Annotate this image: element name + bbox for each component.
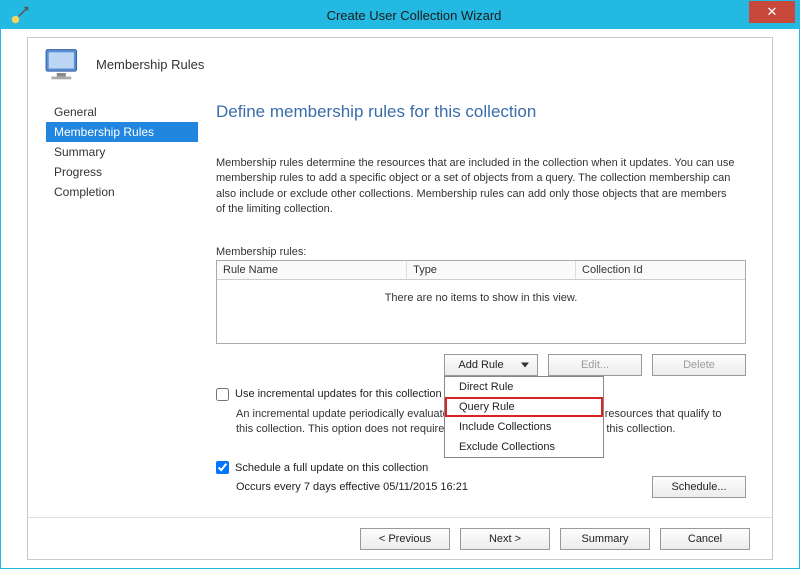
add-rule-label: Add Rule [458,359,503,371]
edit-button: Edit... [548,354,642,376]
page-description: Membership rules determine the resources… [216,156,736,218]
titlebar: Create User Collection Wizard ✕ [1,1,799,29]
monitor-icon [42,46,86,82]
add-rule-button[interactable]: Add Rule [444,354,538,376]
chevron-down-icon [521,362,529,367]
sidebar-item-membership-rules[interactable]: Membership Rules [46,122,198,142]
close-button[interactable]: ✕ [749,1,795,23]
col-rule-name[interactable]: Rule Name [217,261,407,279]
cancel-button[interactable]: Cancel [660,528,750,550]
schedule-occurs-text: Occurs every 7 days effective 05/11/2015… [236,481,468,493]
sidebar-item-completion[interactable]: Completion [46,182,198,202]
panel-body: General Membership Rules Summary Progres… [28,98,772,517]
rules-label: Membership rules: [216,246,746,258]
schedule-row: Occurs every 7 days effective 05/11/2015… [216,476,746,498]
full-update-row: Schedule a full update on this collectio… [216,461,746,474]
menu-item-query-rule[interactable]: Query Rule [445,397,603,417]
next-button[interactable]: Next > [460,528,550,550]
content-area: Membership Rules General Membership Rule… [1,29,799,568]
full-update-label: Schedule a full update on this collectio… [235,462,428,474]
rules-table[interactable]: Rule Name Type Collection Id There are n… [216,260,746,344]
sidebar-item-progress[interactable]: Progress [46,162,198,182]
sidebar-item-general[interactable]: General [46,102,198,122]
page-title: Define membership rules for this collect… [216,102,746,122]
full-update-checkbox[interactable] [216,461,229,474]
schedule-button[interactable]: Schedule... [652,476,746,498]
main-pane: Define membership rules for this collect… [198,98,772,517]
window-title: Create User Collection Wizard [29,8,799,23]
rule-buttons-row: Add Rule Direct Rule Query Rule Include … [216,354,746,376]
menu-item-direct-rule[interactable]: Direct Rule [445,377,603,397]
delete-button: Delete [652,354,746,376]
close-icon: ✕ [767,4,778,20]
incremental-updates-label: Use incremental updates for this collect… [235,388,442,400]
sidebar-item-summary[interactable]: Summary [46,142,198,162]
add-rule-menu: Direct Rule Query Rule Include Collectio… [444,376,604,458]
wizard-footer: < Previous Next > Summary Cancel [28,517,772,559]
schedule-section: Schedule a full update on this collectio… [216,461,746,498]
panel-header-label: Membership Rules [96,57,204,72]
table-header-row: Rule Name Type Collection Id [217,261,745,280]
menu-item-exclude-collections[interactable]: Exclude Collections [445,437,603,457]
incremental-updates-checkbox[interactable] [216,388,229,401]
previous-button[interactable]: < Previous [360,528,450,550]
col-type[interactable]: Type [407,261,576,279]
panel-header: Membership Rules [28,38,772,90]
wizard-steps-sidebar: General Membership Rules Summary Progres… [28,98,198,517]
inner-panel: Membership Rules General Membership Rule… [27,37,773,560]
wizard-icon [11,6,29,24]
wizard-window: Create User Collection Wizard ✕ Membersh… [0,0,800,569]
add-rule-wrapper: Add Rule Direct Rule Query Rule Include … [444,354,538,376]
col-collection-id[interactable]: Collection Id [576,261,745,279]
table-empty-message: There are no items to show in this view. [217,280,745,304]
summary-button[interactable]: Summary [560,528,650,550]
menu-item-include-collections[interactable]: Include Collections [445,417,603,437]
